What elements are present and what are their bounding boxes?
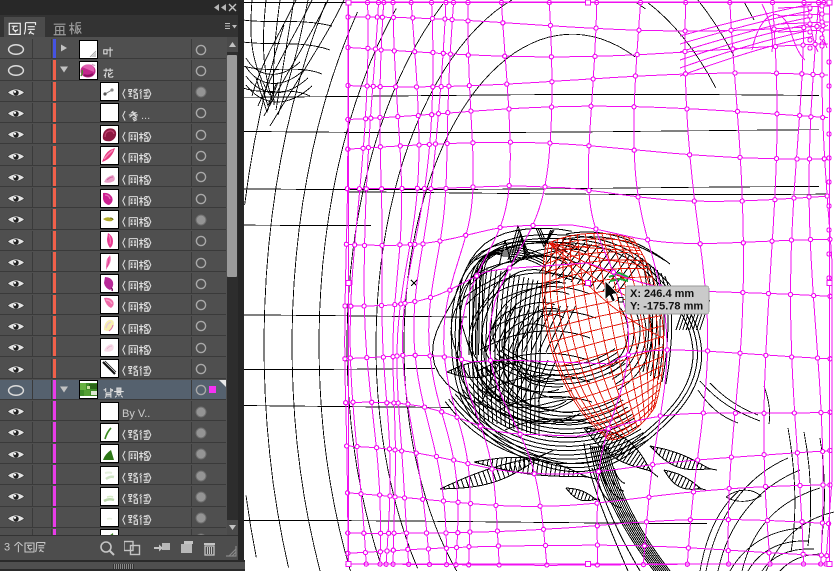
svg-text:X: 246.4 mm: X: 246.4 mm xyxy=(630,288,694,300)
svg-text:Y: -175.78 mm: Y: -175.78 mm xyxy=(630,301,703,313)
